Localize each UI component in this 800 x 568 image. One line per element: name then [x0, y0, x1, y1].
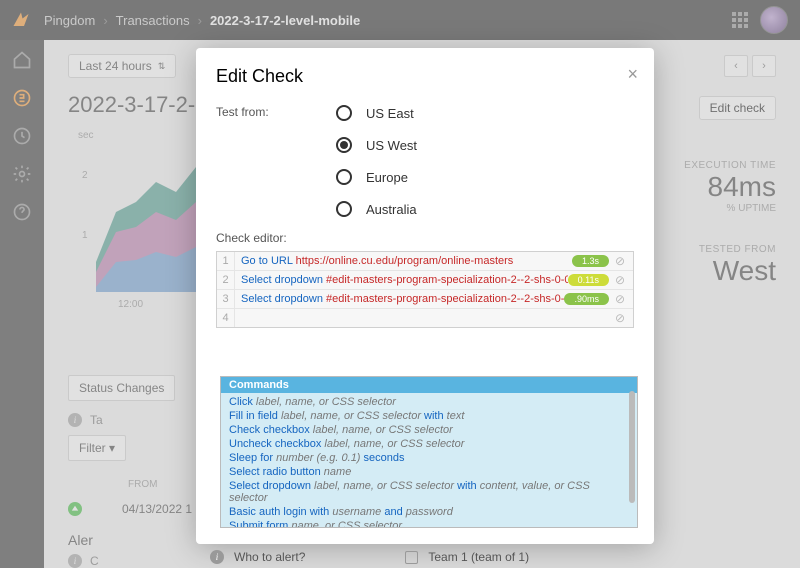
- delete-line-icon[interactable]: ⊘: [613, 254, 627, 268]
- team1-label: Team 1 (team of 1): [428, 550, 529, 564]
- check-editor-label: Check editor:: [216, 231, 634, 245]
- breadcrumb-current: 2022-3-17-2-level-mobile: [210, 13, 360, 28]
- row-timestamp: 04/13/2022 1: [122, 502, 192, 516]
- editor-line-1[interactable]: 1 Go to URL https://online.cu.edu/progra…: [217, 252, 633, 271]
- breadcrumb: Pingdom › Transactions › 2022-3-17-2-lev…: [44, 13, 732, 28]
- chart-xlabel: 12:00: [118, 299, 143, 310]
- commands-header: Commands: [221, 377, 637, 393]
- apps-grid-icon[interactable]: [732, 12, 748, 28]
- hint-click[interactable]: Click label, name, or CSS selector: [229, 395, 629, 409]
- pager-prev[interactable]: ‹: [724, 55, 748, 77]
- transactions-icon[interactable]: [12, 88, 32, 108]
- tested-from-label: TESTED FROM: [699, 244, 776, 255]
- breadcrumb-transactions[interactable]: Transactions: [116, 13, 190, 28]
- timing-badge: 1.3s: [572, 255, 609, 267]
- hint-fill[interactable]: Fill in field label, name, or CSS select…: [229, 409, 629, 423]
- region-us-east[interactable]: US East: [336, 105, 417, 121]
- info-icon: i: [68, 413, 82, 427]
- region-us-west[interactable]: US West: [336, 137, 417, 153]
- check-editor[interactable]: 1 Go to URL https://online.cu.edu/progra…: [216, 251, 634, 328]
- chart-ytick: 2: [82, 170, 88, 181]
- radio-icon: [336, 169, 352, 185]
- test-from-label: Test from:: [216, 105, 336, 217]
- sidebar: [0, 40, 44, 568]
- sort-icon: ⇅: [158, 61, 166, 72]
- timing-badge: .90ms: [564, 293, 609, 305]
- hint-dropdown[interactable]: Select dropdown label, name, or CSS sele…: [229, 479, 629, 505]
- chart-ytick: 1: [82, 230, 88, 241]
- uptime-icon[interactable]: [12, 126, 32, 146]
- scrollbar[interactable]: [629, 391, 635, 503]
- tested-from-value: West: [699, 255, 776, 287]
- region-radio-group: US East US West Europe Australia: [336, 105, 417, 217]
- exec-time-value: 84ms: [684, 171, 776, 203]
- edit-check-modal: × Edit Check Test from: US East US West …: [196, 48, 654, 544]
- editor-line-4[interactable]: 4 ⊘: [217, 309, 633, 327]
- hint-sleep[interactable]: Sleep for number (e.g. 0.1) seconds: [229, 451, 629, 465]
- topbar: Pingdom › Transactions › 2022-3-17-2-lev…: [0, 0, 800, 40]
- radio-icon: [336, 201, 352, 217]
- modal-title: Edit Check: [216, 66, 634, 87]
- hint-auth[interactable]: Basic auth login with username and passw…: [229, 505, 629, 519]
- timing-badge: 0.11s: [568, 274, 609, 286]
- radio-icon: [336, 137, 352, 153]
- radio-icon: [336, 105, 352, 121]
- help-icon[interactable]: [12, 202, 32, 222]
- home-icon[interactable]: [12, 50, 32, 70]
- who-to-alert-label: Who to alert?: [234, 550, 305, 564]
- status-changes-button[interactable]: Status Changes: [68, 375, 175, 401]
- tags-label: Ta: [90, 413, 103, 427]
- info-icon: i: [210, 550, 224, 564]
- settings-icon[interactable]: [12, 164, 32, 184]
- time-range-dropdown[interactable]: Last 24 hours ⇅: [68, 54, 176, 78]
- exec-time-label: EXECUTION TIME: [684, 160, 776, 171]
- filter-button[interactable]: Filter ▾: [68, 435, 126, 461]
- who-to-alert-row: i Who to alert? Team 1 (team of 1): [210, 550, 529, 564]
- avatar[interactable]: [760, 6, 788, 34]
- editor-line-3[interactable]: 3 Select dropdown #edit-masters-program-…: [217, 290, 633, 309]
- time-range-label: Last 24 hours: [79, 59, 152, 73]
- hint-uncheck[interactable]: Uncheck checkbox label, name, or CSS sel…: [229, 437, 629, 451]
- breadcrumb-pingdom[interactable]: Pingdom: [44, 13, 95, 28]
- team1-checkbox[interactable]: [405, 551, 418, 564]
- solarwinds-logo: [12, 11, 30, 29]
- chevron-right-icon: ›: [103, 13, 107, 28]
- info-icon: i: [68, 554, 82, 568]
- region-europe[interactable]: Europe: [336, 169, 417, 185]
- chart-ylabel: sec: [78, 130, 94, 141]
- hint-radio[interactable]: Select radio button name: [229, 465, 629, 479]
- editor-line-2[interactable]: 2 Select dropdown #edit-masters-program-…: [217, 271, 633, 290]
- delete-line-icon[interactable]: ⊘: [613, 273, 627, 287]
- region-australia[interactable]: Australia: [336, 201, 417, 217]
- hint-check[interactable]: Check checkbox label, name, or CSS selec…: [229, 423, 629, 437]
- hint-submit[interactable]: Submit form name, or CSS selector: [229, 519, 629, 528]
- edit-check-button[interactable]: Edit check: [699, 96, 776, 120]
- chevron-right-icon: ›: [198, 13, 202, 28]
- uptime-label: % UPTIME: [684, 203, 776, 214]
- pager-next[interactable]: ›: [752, 55, 776, 77]
- pager: ‹ ›: [724, 55, 776, 77]
- delete-line-icon[interactable]: ⊘: [613, 292, 627, 306]
- close-icon[interactable]: ×: [627, 64, 638, 85]
- delete-line-icon[interactable]: ⊘: [613, 311, 627, 325]
- command-hints-panel: Commands Click label, name, or CSS selec…: [220, 376, 638, 528]
- up-arrow-icon: [68, 502, 82, 516]
